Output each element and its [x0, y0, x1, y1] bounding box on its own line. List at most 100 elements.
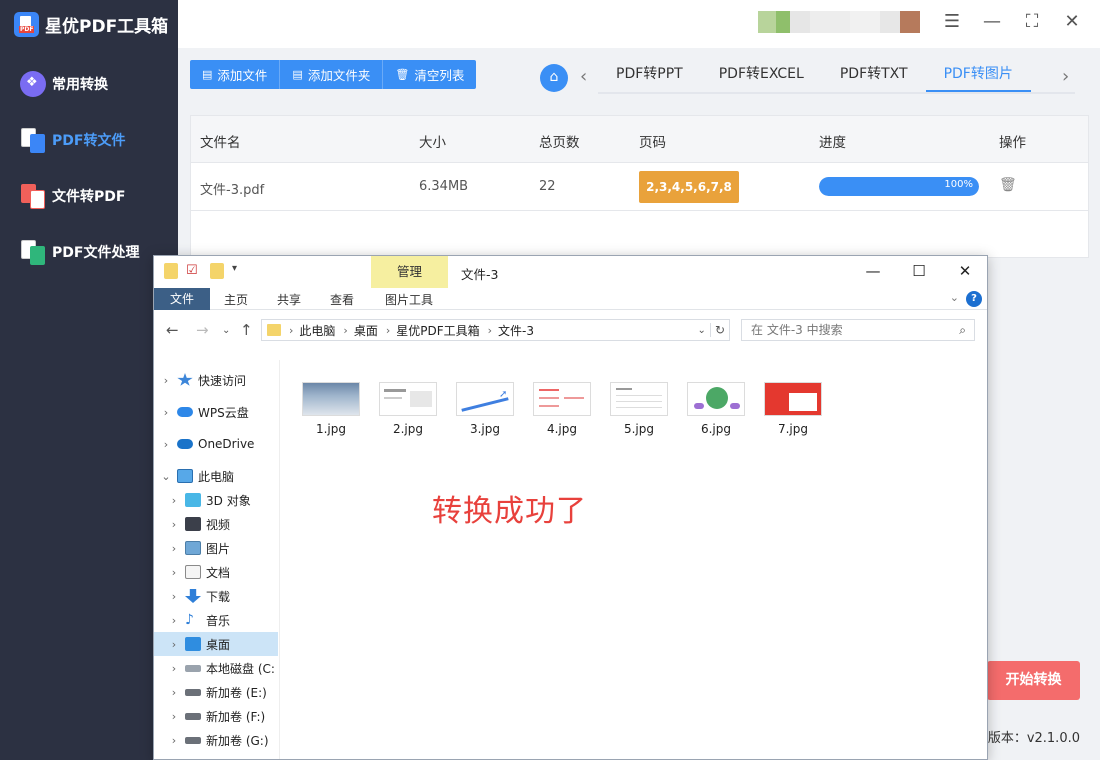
home-icon[interactable]: ⌂ [540, 64, 568, 92]
file-name: 5.jpg [623, 422, 655, 436]
chevron-down-icon: ⌄ [161, 469, 171, 483]
ribbon-tab-view[interactable]: 查看 [330, 291, 354, 308]
chevron-right-icon: › [171, 541, 177, 555]
file-item[interactable]: 6.jpg [686, 382, 746, 436]
navigation-pane: › 快速访问 › WPS云盘 › OneDrive ⌄ 此电脑 › 3D 对象 › 视频 ›… [154, 360, 278, 759]
nav-item-drive-g[interactable]: › 新加卷 (G:) [154, 728, 278, 752]
sidebar-item-pdf-process[interactable]: PDF文件处理 [0, 232, 178, 272]
table-row[interactable]: 文件-3.pdf 6.34MB 22 2,3,4,5,6,7,8 100% 🗑 [191, 163, 1088, 211]
nav-item-drive-c[interactable]: › 本地磁盘 (C: [154, 656, 278, 680]
back-arrow-icon[interactable]: ← [166, 321, 179, 339]
nav-item-downloads[interactable]: › 下载 [154, 584, 278, 608]
chevron-right-icon: › [163, 373, 169, 387]
breadcrumb-separator-icon: › [487, 323, 493, 337]
manage-tab[interactable]: 管理 [371, 256, 448, 288]
sidebar-item-label: PDF文件处理 [52, 245, 140, 261]
page-range-button[interactable]: 2,3,4,5,6,7,8 [639, 171, 739, 203]
sidebar-item-pdf-to-file[interactable]: PDF转文件 [0, 120, 178, 160]
file-item[interactable]: 7.jpg [763, 382, 823, 436]
up-arrow-icon[interactable]: ↑ [240, 321, 253, 339]
file-item[interactable]: 5.jpg [609, 382, 669, 436]
explorer-title-bar: ☑ ▾ 管理 文件-3 — ☐ ✕ [154, 256, 987, 288]
close-icon[interactable]: ✕ [942, 262, 987, 280]
minimize-icon[interactable]: — [980, 10, 1004, 34]
ribbon-tab-home[interactable]: 主页 [224, 291, 248, 308]
tab-pdf-to-txt[interactable]: PDF转TXT [822, 60, 926, 92]
file-item[interactable]: ➚ 3.jpg [455, 382, 515, 436]
breadcrumb-item[interactable]: 此电脑 [299, 322, 335, 339]
ribbon-tab-picture-tools[interactable]: 图片工具 [385, 291, 433, 308]
maximize-icon[interactable]: ☐ [896, 262, 942, 280]
clear-list-button[interactable]: 🗑 清空列表 [383, 60, 476, 89]
tab-pdf-to-excel[interactable]: PDF转EXCEL [701, 60, 822, 92]
search-input[interactable]: 在 文件-3 中搜索 ⌕ [741, 319, 975, 341]
delete-icon[interactable]: 🗑 [999, 177, 1017, 193]
nav-item-desktop[interactable]: › 桌面 [154, 632, 278, 656]
nav-item-pictures[interactable]: › 图片 [154, 536, 278, 560]
file-item[interactable]: 4.jpg [532, 382, 592, 436]
new-folder-icon[interactable] [210, 263, 224, 279]
nav-item-videos[interactable]: › 视频 [154, 512, 278, 536]
file-name: 3.jpg [469, 422, 501, 436]
add-folder-label: 添加文件夹 [307, 68, 371, 83]
help-icon[interactable]: ? [966, 291, 982, 307]
settings-icon[interactable]: ☰ [940, 10, 964, 34]
address-dropdown-icon[interactable]: ⌄ [698, 325, 706, 336]
breadcrumb-separator-icon: › [289, 323, 294, 337]
properties-icon[interactable]: ☑ [186, 263, 198, 278]
address-field[interactable]: › 此电脑 › 桌面 › 星优PDF工具箱 › 文件-3 ⌄ ↻ [261, 319, 730, 341]
nav-item-wps-cloud[interactable]: › WPS云盘 [154, 400, 278, 424]
ribbon-tab-share[interactable]: 共享 [277, 291, 301, 308]
grid-icon [20, 71, 46, 97]
start-convert-button[interactable]: 开始转换 [987, 661, 1080, 700]
file-content-pane: 1.jpg 2.jpg ➚ 3.jpg 4.jpg 5.jpg 6.jpg 7.… [279, 360, 987, 759]
close-icon[interactable]: ✕ [1060, 10, 1084, 34]
sidebar-item-common-convert[interactable]: 常用转换 [0, 64, 178, 104]
recent-locations-icon[interactable]: ⌄ [222, 325, 230, 336]
cube-icon [185, 493, 201, 507]
ribbon-expand-icon[interactable]: ⌄ [950, 291, 959, 304]
breadcrumb-item[interactable]: 文件-3 [498, 322, 534, 339]
nav-label: 新加卷 (G:) [206, 733, 269, 748]
tab-prev-icon[interactable]: ‹ [580, 64, 587, 90]
search-placeholder: 在 文件-3 中搜索 [751, 323, 843, 337]
sidebar-item-file-to-pdf[interactable]: 文件转PDF [0, 176, 178, 216]
nav-item-quick-access[interactable]: › 快速访问 [154, 368, 278, 392]
refresh-icon[interactable]: ↻ [709, 323, 729, 337]
forward-arrow-icon[interactable]: → [196, 321, 209, 339]
nav-item-music[interactable]: › ♪ 音乐 [154, 608, 278, 632]
ribbon-tab-file[interactable]: 文件 [154, 288, 210, 310]
sidebar-item-label: PDF转文件 [52, 133, 126, 149]
tab-pdf-to-image[interactable]: PDF转图片 [925, 60, 1031, 92]
nav-label: 桌面 [206, 637, 231, 652]
success-message: 转换成功了 [432, 494, 587, 529]
tab-pdf-to-ppt[interactable]: PDF转PPT [598, 60, 701, 92]
top-bar: ☰ — ⛶ ✕ [178, 0, 1100, 48]
nav-item-this-pc[interactable]: ⌄ 此电脑 [154, 464, 278, 488]
column-header: 大小 [419, 135, 446, 151]
maximize-icon[interactable]: ⛶ [1020, 10, 1044, 34]
app-logo-icon [14, 11, 39, 37]
breadcrumb-item[interactable]: 星优PDF工具箱 [396, 322, 479, 339]
minimize-icon[interactable]: — [850, 262, 896, 280]
nav-item-drive-e[interactable]: › 新加卷 (E:) [154, 680, 278, 704]
explorer-window-title: 文件-3 [461, 267, 499, 282]
column-header: 操作 [999, 135, 1026, 151]
nav-item-3d-objects[interactable]: › 3D 对象 [154, 488, 278, 512]
add-file-button[interactable]: ▤ 添加文件 [190, 60, 281, 89]
breadcrumb-item[interactable]: 桌面 [354, 322, 378, 339]
nav-item-drive-f[interactable]: › 新加卷 (F:) [154, 704, 278, 728]
nav-item-documents[interactable]: › 文档 [154, 560, 278, 584]
tab-next-icon[interactable]: › [1062, 64, 1069, 90]
toolbar: ▤ 添加文件 ▤ 添加文件夹 🗑 清空列表 [190, 60, 477, 89]
file-item[interactable]: 1.jpg [301, 382, 361, 436]
drive-icon [185, 664, 201, 672]
nav-item-onedrive[interactable]: › OneDrive [154, 432, 278, 456]
add-folder-button[interactable]: ▤ 添加文件夹 [280, 60, 384, 89]
nav-label: 视频 [206, 517, 231, 532]
file-item[interactable]: 2.jpg [378, 382, 438, 436]
avatar[interactable] [758, 11, 920, 33]
pdf-to-file-icon [20, 127, 46, 153]
clear-list-label: 清空列表 [414, 68, 465, 83]
quick-access-dropdown-icon[interactable]: ▾ [232, 263, 237, 274]
